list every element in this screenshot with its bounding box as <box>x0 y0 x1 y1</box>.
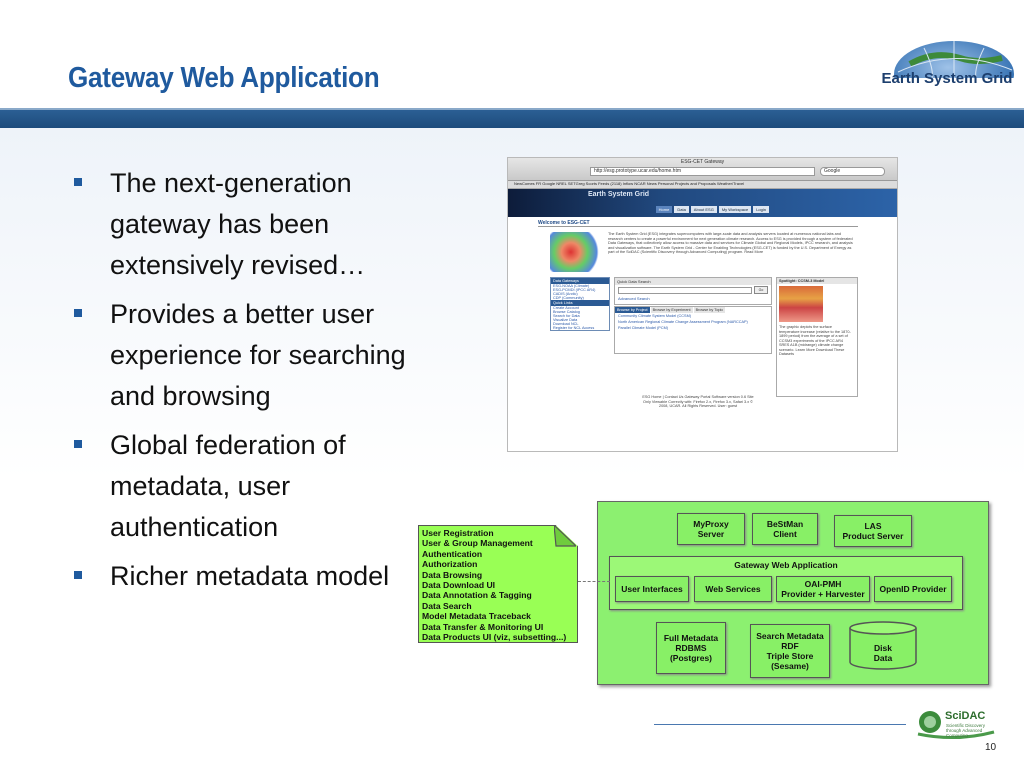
site-banner: Earth System Grid Home Data About ESG My… <box>508 189 897 217</box>
gateway-screenshot: ESG-CET Gateway http://esg.prototype.uca… <box>507 157 898 452</box>
bullet-list: The next-generation gateway has been ext… <box>68 163 448 605</box>
spotlight-text: The graphic depicts the surface temperat… <box>779 325 851 356</box>
square-bullet-icon <box>74 309 82 317</box>
advanced-search-link[interactable]: Advanced Search <box>618 296 650 301</box>
quick-link[interactable]: Register for NCL Access <box>551 326 609 330</box>
site-content: Welcome to ESG-CET The Earth System Grid… <box>538 220 858 448</box>
esg-logo: Earth System Grid <box>874 38 1020 107</box>
url-field[interactable]: http://esg.prototype.ucar.edu/home.htm <box>590 167 815 176</box>
nav-login[interactable]: Login <box>753 206 769 213</box>
user-interfaces-box: User Interfaces <box>615 576 689 602</box>
window-title: ESG-CET Gateway <box>680 159 725 165</box>
header-bar <box>0 110 1024 128</box>
browse-panel: Browse by Project Browse by Experiment B… <box>614 306 772 354</box>
feature-item: User Registration <box>422 528 494 538</box>
bullet-item: Provides a better user experience for se… <box>68 294 448 417</box>
climate-map-image <box>550 232 602 272</box>
welcome-heading: Welcome to ESG-CET <box>538 220 858 227</box>
slide-title: Gateway Web Application <box>68 62 380 94</box>
feature-item: User & Group Management <box>422 538 533 549</box>
nav-home[interactable]: Home <box>655 206 673 213</box>
spotlight-panel: Spotlight: CCSM-3 Model The graphic depi… <box>776 277 858 397</box>
nav-about[interactable]: About ESG <box>690 206 717 213</box>
oai-pmh-box: OAI-PMH Provider + Harvester <box>776 576 870 602</box>
feature-item: Data Annotation & Tagging <box>422 590 532 601</box>
site-nav: Home Data About ESG My Workspace Login <box>655 206 769 213</box>
bullet-item: Global federation of metadata, user auth… <box>68 425 448 548</box>
bullet-item: Richer metadata model <box>68 556 448 597</box>
go-button[interactable]: Go <box>754 286 768 294</box>
openid-box: OpenID Provider <box>874 576 952 602</box>
square-bullet-icon <box>74 440 82 448</box>
gateway-app-label: Gateway Web Application <box>734 560 838 570</box>
architecture-diagram: MyProxy Server BeStMan Client LAS Produc… <box>410 497 993 689</box>
feature-item: Model Metadata Traceback <box>422 611 531 622</box>
site-footer: ESG Home | Contact Us Gateway Portal Sof… <box>642 395 754 409</box>
web-services-box: Web Services <box>694 576 772 602</box>
nav-workspace[interactable]: My Workspace <box>718 206 752 213</box>
temperature-map-image <box>779 286 823 322</box>
intro-text: The Earth System Grid (ESG) integrates s… <box>608 232 853 255</box>
feature-item: Data Browsing <box>422 569 483 580</box>
disk-label: Disk Data <box>873 643 893 663</box>
features-list: User Registration User & Group Managemen… <box>422 528 566 642</box>
scidac-name: SciDAC <box>945 710 986 722</box>
banner-title: Earth System Grid <box>588 191 650 198</box>
tab-browse-project[interactable]: Browse by Project <box>615 307 650 313</box>
myproxy-box: MyProxy Server <box>677 513 745 545</box>
search-metadata-box: Search Metadata RDF Triple Store (Sesame… <box>750 624 830 678</box>
feature-item: Data Products UI (viz, subsetting...) <box>422 632 567 643</box>
logo-text: Earth System Grid <box>881 70 1013 87</box>
bookmarks-bar: NewComes FR Google NREL SETGreg Scorts F… <box>508 181 897 189</box>
sidebar-links: Data Gateways ESG-NOAA (Climate) ESG-PCM… <box>550 277 610 331</box>
feature-item: Data Transfer & Monitoring UI <box>422 621 544 632</box>
feature-item: Data Search <box>422 600 472 611</box>
quick-search-header: Quick Data Search <box>615 278 771 285</box>
nav-data[interactable]: Data <box>674 206 689 213</box>
spotlight-header: Spotlight: CCSM-3 Model <box>777 278 857 284</box>
full-metadata-box: Full Metadata RDBMS (Postgres) <box>656 622 726 674</box>
page-number: 10 <box>985 742 997 753</box>
browser-toolbar: ESG-CET Gateway http://esg.prototype.uca… <box>508 158 897 181</box>
footer-rule <box>654 724 906 725</box>
quick-search-panel: Quick Data Search Go Advanced Search <box>614 277 772 305</box>
scidac-tagline: Scientific Discovery through Advanced Co… <box>946 723 986 738</box>
las-box: LAS Product Server <box>834 515 912 547</box>
feature-item: Authorization <box>422 559 478 570</box>
tab-browse-topic[interactable]: Browse by Topic <box>693 307 726 313</box>
project-link[interactable]: Parallel Climate Model (PCM) <box>615 325 771 331</box>
browser-search-field[interactable]: Google <box>820 167 885 176</box>
square-bullet-icon <box>74 178 82 186</box>
bullet-item: The next-generation gateway has been ext… <box>68 163 448 286</box>
feature-item: Authentication <box>422 548 483 559</box>
square-bullet-icon <box>74 571 82 579</box>
feature-item: Data Download UI <box>422 580 496 591</box>
connector-dashed <box>578 581 610 582</box>
bestman-box: BeStMan Client <box>752 513 818 545</box>
quick-search-input[interactable] <box>618 287 752 294</box>
tab-browse-experiment[interactable]: Browse by Experiment <box>650 307 693 313</box>
